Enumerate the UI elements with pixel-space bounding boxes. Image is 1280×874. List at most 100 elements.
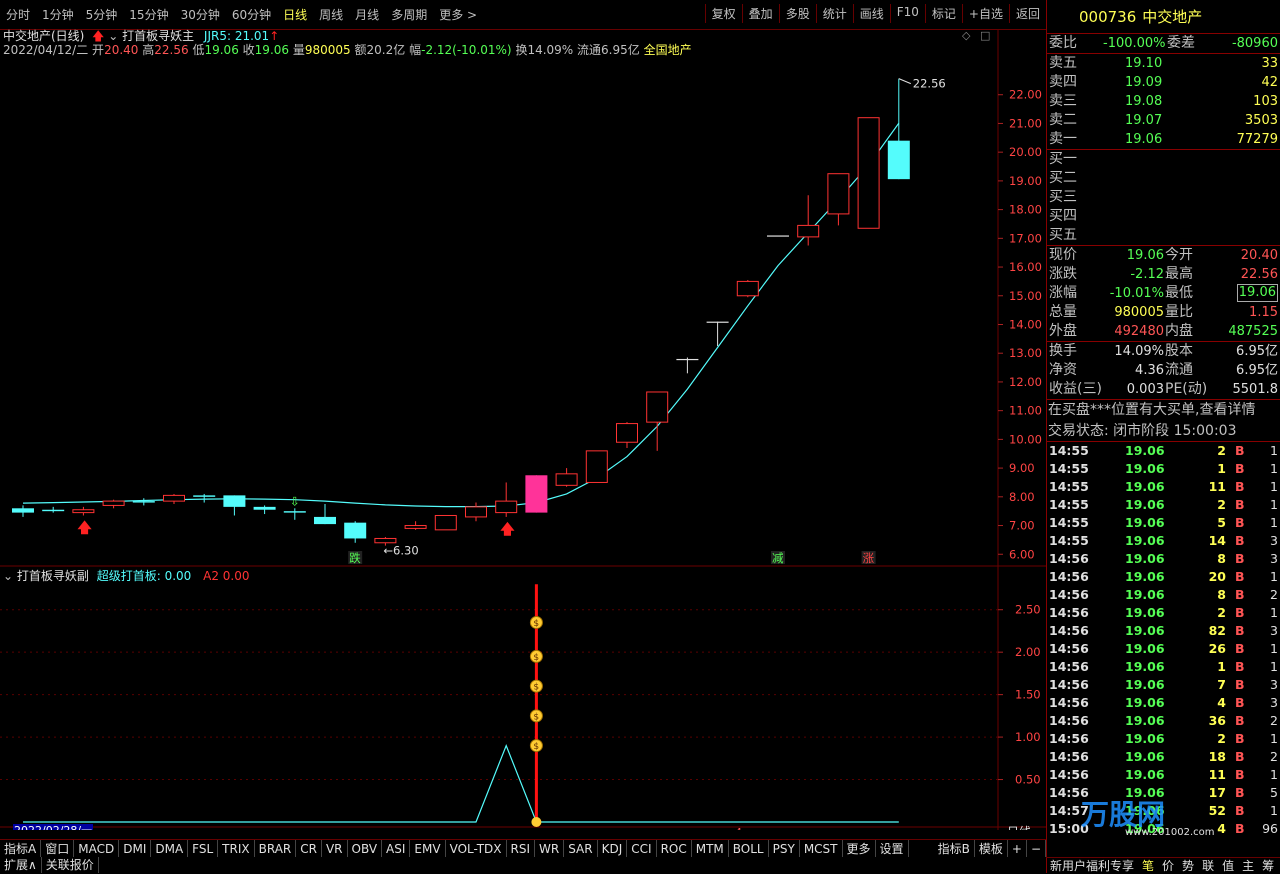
- tick-row[interactable]: 14:56 19.06 18 B 2: [1047, 748, 1280, 766]
- candle-body[interactable]: [253, 506, 276, 510]
- tick-row[interactable]: 14:56 19.06 2 B 1: [1047, 604, 1280, 622]
- action-4[interactable]: 画线: [852, 4, 890, 23]
- tick-row[interactable]: 14:55 19.06 1 B 1: [1047, 460, 1280, 478]
- tick-row[interactable]: 14:55 19.06 2 B 1: [1047, 442, 1280, 460]
- tick-row[interactable]: 14:56 19.06 82 B 3: [1047, 622, 1280, 640]
- big-order-notice[interactable]: 在买盘***位置有大买单,查看详情: [1048, 400, 1255, 421]
- bid-row[interactable]: 买四: [1047, 207, 1280, 226]
- action-7[interactable]: +自选: [961, 4, 1009, 23]
- candle-body[interactable]: [736, 280, 759, 297]
- tick-row[interactable]: 14:56 19.06 26 B 1: [1047, 640, 1280, 658]
- candle-body[interactable]: [12, 508, 34, 513]
- period-1[interactable]: 1分钟: [36, 6, 80, 23]
- tick-row[interactable]: 14:56 19.06 8 B 3: [1047, 550, 1280, 568]
- indicator-tab-24[interactable]: 更多: [843, 840, 876, 857]
- period-9[interactable]: 多周期: [385, 6, 433, 23]
- tick-row[interactable]: 14:56 19.06 36 B 2: [1047, 712, 1280, 730]
- bid-row[interactable]: 买一: [1047, 150, 1280, 169]
- indicator-tab-10[interactable]: OBV: [348, 840, 383, 857]
- action-0[interactable]: 复权: [704, 4, 742, 23]
- period-6[interactable]: 日线: [277, 6, 313, 23]
- indicator-tab-19[interactable]: ROC: [657, 840, 692, 857]
- tab-right-1[interactable]: 模板: [975, 840, 1008, 857]
- maximize-icon[interactable]: □: [980, 30, 990, 42]
- diamond-icon[interactable]: ◇: [962, 30, 971, 42]
- period-7[interactable]: 周线: [313, 6, 349, 23]
- tick-row[interactable]: 14:56 19.06 11 B 1: [1047, 766, 1280, 784]
- action-1[interactable]: 叠加: [741, 4, 779, 23]
- candle-body[interactable]: [676, 358, 699, 361]
- ask-row[interactable]: 卖三 19.08 103: [1047, 92, 1280, 111]
- extend-tab-0[interactable]: 扩展∧: [0, 857, 42, 873]
- quote-tab-2[interactable]: 价: [1158, 858, 1178, 873]
- quote-tab-4[interactable]: 联: [1198, 858, 1218, 873]
- indicator-tab-2[interactable]: MACD: [74, 840, 120, 857]
- quote-tab-6[interactable]: 主: [1238, 858, 1258, 873]
- indicator-tab-12[interactable]: EMV: [410, 840, 446, 857]
- indicator-tab-18[interactable]: CCI: [627, 840, 657, 857]
- candle-body[interactable]: [42, 509, 65, 512]
- indicator-tab-13[interactable]: VOL-TDX: [446, 840, 507, 857]
- tick-row[interactable]: 14:56 19.06 1 B 1: [1047, 658, 1280, 676]
- tick-list[interactable]: 14:55 19.06 2 B 1 14:55 19.06 1 B 1 14:55 19.06 11 B 1…: [1047, 442, 1280, 838]
- period-label[interactable]: 日线: [1007, 825, 1031, 830]
- candle-body[interactable]: [525, 475, 548, 513]
- tick-row[interactable]: 14:56 19.06 2 B 1: [1047, 730, 1280, 748]
- candle-body[interactable]: [857, 117, 880, 229]
- tick-row[interactable]: 14:56 19.06 8 B 2: [1047, 586, 1280, 604]
- indicator-tab-20[interactable]: MTM: [692, 840, 729, 857]
- indicator-tab-1[interactable]: 窗口: [41, 840, 75, 857]
- indicator-tab-25[interactable]: 设置: [876, 840, 909, 857]
- kline-chart[interactable]: ◇ □ 22.00 21.00 20.00 19.00 18.00 17.00 16.00 15.…: [0, 29, 1046, 830]
- candle-body[interactable]: [223, 495, 246, 507]
- candle-body[interactable]: [374, 537, 397, 544]
- quote-tab-3[interactable]: 势: [1178, 858, 1198, 873]
- ask-row[interactable]: 卖四 19.09 42: [1047, 73, 1280, 92]
- notice-row[interactable]: 在买盘***位置有大买单,查看详情: [1047, 400, 1280, 421]
- quote-tab-7[interactable]: 筹: [1258, 858, 1278, 873]
- candle-body[interactable]: [434, 514, 457, 531]
- indicator-tab-16[interactable]: SAR: [564, 840, 598, 857]
- tab-right-3[interactable]: −: [1027, 840, 1046, 857]
- bid-row[interactable]: 买二: [1047, 169, 1280, 188]
- period-2[interactable]: 5分钟: [80, 6, 124, 23]
- action-6[interactable]: 标记: [924, 4, 962, 23]
- candle-body[interactable]: [887, 140, 910, 180]
- indicator-tab-14[interactable]: RSI: [507, 840, 536, 857]
- ask-row[interactable]: 卖二 19.07 3503: [1047, 111, 1280, 130]
- quote-tab-5[interactable]: 值: [1218, 858, 1238, 873]
- ask-row[interactable]: 卖五 19.10 33: [1047, 54, 1280, 73]
- period-4[interactable]: 30分钟: [175, 6, 226, 23]
- candle-body[interactable]: [72, 509, 95, 514]
- indicator-tab-9[interactable]: VR: [322, 840, 348, 857]
- period-8[interactable]: 月线: [349, 6, 385, 23]
- indicator-tab-15[interactable]: WR: [535, 840, 565, 857]
- candle-body[interactable]: [646, 391, 669, 423]
- period-5[interactable]: 60分钟: [226, 6, 277, 23]
- candle-body[interactable]: [767, 235, 789, 237]
- candle-body[interactable]: [102, 500, 125, 506]
- tick-row[interactable]: 14:56 19.06 7 B 3: [1047, 676, 1280, 694]
- tick-row[interactable]: 14:55 19.06 2 B 1: [1047, 496, 1280, 514]
- indicator-tab-22[interactable]: PSY: [769, 840, 800, 857]
- ask-row[interactable]: 卖一 19.06 77279: [1047, 130, 1280, 149]
- candle-body[interactable]: [706, 321, 729, 323]
- action-3[interactable]: 统计: [815, 4, 853, 23]
- candle-body[interactable]: [827, 173, 850, 215]
- candle-body[interactable]: [163, 494, 185, 502]
- indicator-tab-5[interactable]: FSL: [188, 840, 219, 857]
- quote-tab-1[interactable]: 笔: [1138, 858, 1158, 873]
- tick-row[interactable]: 14:56 19.06 20 B 1: [1047, 568, 1280, 586]
- indicator-tab-0[interactable]: 指标A: [0, 840, 42, 857]
- candle-body[interactable]: [616, 423, 638, 443]
- candle-body[interactable]: [314, 516, 336, 525]
- candle-body[interactable]: [465, 506, 487, 518]
- candle-body[interactable]: [404, 525, 427, 529]
- indicator-tab-4[interactable]: DMA: [151, 840, 189, 857]
- indicator-tab-11[interactable]: ASI: [382, 840, 411, 857]
- indicator-tab-7[interactable]: BRAR: [255, 840, 297, 857]
- candle-body[interactable]: [555, 473, 578, 486]
- indicator-tab-17[interactable]: KDJ: [598, 840, 628, 857]
- tick-row[interactable]: 14:55 19.06 11 B 1: [1047, 478, 1280, 496]
- tick-row[interactable]: 14:55 19.06 14 B 3: [1047, 532, 1280, 550]
